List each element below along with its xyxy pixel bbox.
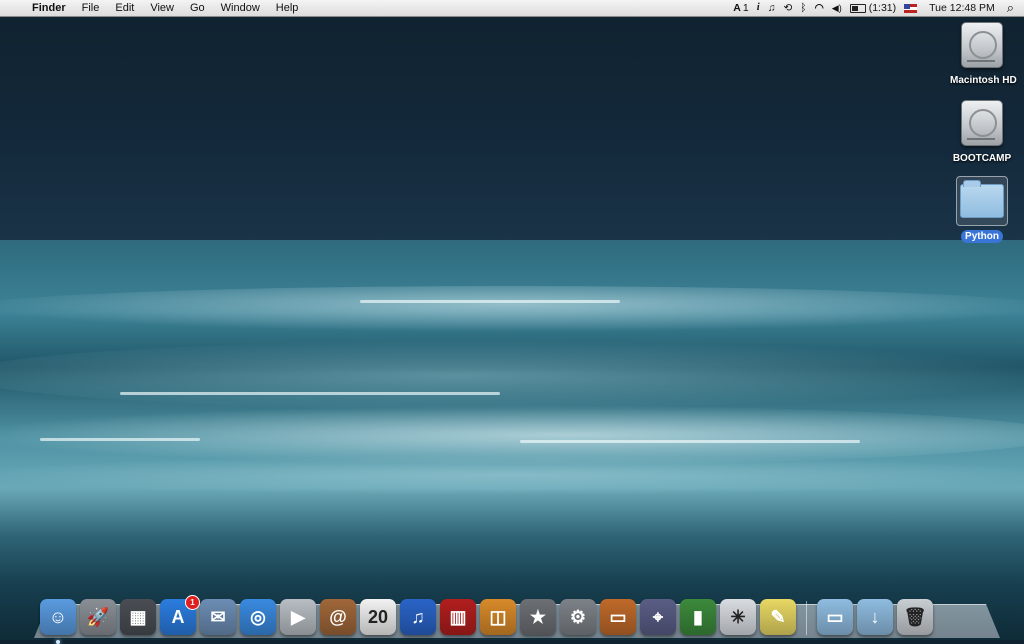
dock-separator (806, 601, 807, 635)
downloads-stack-glyph: ↓ (870, 606, 880, 627)
stickies-glyph: ✎ (770, 606, 786, 627)
mail-icon[interactable]: ✉ (200, 599, 236, 635)
menu-edit[interactable]: Edit (107, 0, 142, 16)
desktop-icon-python[interactable]: Python (946, 176, 1018, 244)
app-store-glyph: A (171, 606, 185, 627)
hard-drive-icon (961, 100, 1003, 146)
trash-glyph: 🗑 (903, 606, 927, 627)
desktop-wallpaper (0, 0, 1024, 640)
bluetooth-icon[interactable]: ᛒ (796, 0, 810, 16)
numbers-glyph: ▮ (693, 606, 703, 627)
battery-menu[interactable]: (1:31) (846, 0, 900, 16)
wallpaper-foam (120, 392, 500, 395)
app-store-icon[interactable]: A1 (160, 595, 200, 635)
system-preferences-glyph: ⚙ (569, 606, 587, 627)
folder-icon (960, 180, 1004, 218)
keynote-glyph: ▭ (609, 606, 627, 627)
finder-icon[interactable]: ☺ (40, 599, 76, 644)
menu-file[interactable]: File (74, 0, 108, 16)
stickies-icon[interactable]: ✎ (760, 599, 796, 635)
us-flag-icon (904, 3, 918, 13)
keynote-icon[interactable]: ▭ (600, 599, 636, 635)
menu-go[interactable]: Go (182, 0, 213, 16)
adobe-icon: A (733, 2, 741, 14)
downloads-stack-icon[interactable]: ↓ (857, 599, 893, 635)
trash-icon[interactable]: 🗑 (897, 599, 933, 635)
numbers-icon[interactable]: ▮ (680, 599, 716, 635)
python-launcher-glyph: ✳ (730, 606, 746, 627)
python-launcher-icon[interactable]: ✳ (720, 599, 756, 635)
iphoto-icon[interactable]: ◫ (480, 599, 516, 635)
mail-glyph: ✉ (210, 606, 226, 627)
wallpaper-sky (0, 0, 1024, 244)
address-book-icon[interactable]: @ (320, 599, 356, 635)
dashboard-icon[interactable]: ▦ (120, 599, 156, 635)
wallpaper-wave (0, 340, 1024, 410)
wallpaper-foam (360, 300, 620, 303)
app-menu-finder[interactable]: Finder (28, 0, 74, 16)
battery-icon (849, 3, 866, 13)
network-utility-glyph: ⌖ (652, 606, 664, 627)
iphoto-glyph: ◫ (489, 606, 507, 627)
notification-badge: 1 (185, 595, 200, 610)
time-machine-icon[interactable]: ⟲ (779, 0, 796, 16)
dashboard-glyph: ▦ (129, 606, 147, 627)
selection-frame (956, 176, 1008, 226)
documents-stack-icon[interactable]: ▭ (817, 599, 853, 635)
itunes-glyph: ♫ (411, 606, 425, 627)
battery-time: (1:31) (868, 2, 897, 14)
photo-booth-icon[interactable]: ▥ (440, 599, 476, 635)
wallpaper-foam (40, 438, 200, 441)
calendar-glyph: 20 (367, 606, 389, 627)
wallpaper-wave (0, 455, 1024, 495)
desktop-icon-bootcamp[interactable]: BOOTCAMP (946, 100, 1018, 166)
launchpad-icon[interactable]: 🚀 (80, 599, 116, 635)
finder-glyph: ☺ (48, 606, 68, 627)
imovie-glyph: ★ (529, 606, 547, 627)
desktop-icon-label: BOOTCAMP (952, 153, 1012, 164)
running-indicator (56, 640, 60, 644)
desktop-icon-label: Macintosh HD (950, 75, 1017, 86)
launchpad-glyph: 🚀 (86, 606, 110, 627)
calendar-icon[interactable]: 20 (360, 599, 396, 635)
desktop-icon-macintosh-hd[interactable]: Macintosh HD (946, 22, 1018, 88)
facetime-icon[interactable]: ▶ (280, 599, 316, 635)
dock: ☺ 🚀 ▦ A 1 ✉ ◎ ▶ @20 ♫ ▥ ◫ ★ ⚙ ▭ ⌖ ▮ ✳ ✎ ▭ ↓ 🗑 (38, 585, 998, 644)
address-book-glyph: @ (329, 606, 347, 627)
adobe-update-count: 1 (742, 2, 749, 14)
imovie-icon[interactable]: ★ (520, 599, 556, 635)
menu-view[interactable]: View (142, 0, 182, 16)
wallpaper-foam (520, 440, 860, 443)
documents-stack-glyph: ▭ (826, 606, 844, 627)
safari-glyph: ◎ (250, 606, 266, 627)
volume-icon[interactable]: ◀) (828, 0, 846, 16)
info-icon[interactable]: i (753, 0, 764, 16)
input-source-menu[interactable] (900, 0, 921, 16)
desktop-icon-label: Python (961, 230, 1003, 243)
network-utility-icon[interactable]: ⌖ (640, 599, 676, 635)
system-preferences-icon[interactable]: ⚙ (560, 599, 596, 635)
menu-clock[interactable]: Tue 12:48 PM (921, 0, 1003, 16)
facetime-glyph: ▶ (291, 606, 305, 627)
photo-booth-glyph: ▥ (449, 606, 467, 627)
menu-window[interactable]: Window (213, 0, 268, 16)
menu-bar: Finder File Edit View Go Window Help A 1… (0, 0, 1024, 17)
menu-help[interactable]: Help (268, 0, 307, 16)
itunes-icon[interactable]: ♫ (400, 599, 436, 635)
hard-drive-icon (961, 22, 1003, 68)
safari-icon[interactable]: ◎ (240, 599, 276, 635)
spotlight-icon[interactable]: ⌕ (1003, 0, 1018, 16)
wifi-icon[interactable]: ◠ (811, 0, 828, 16)
wallpaper-wave (0, 286, 1024, 332)
music-icon[interactable]: ♫ (764, 0, 780, 16)
adobe-updater-menu[interactable]: A 1 (729, 0, 752, 16)
